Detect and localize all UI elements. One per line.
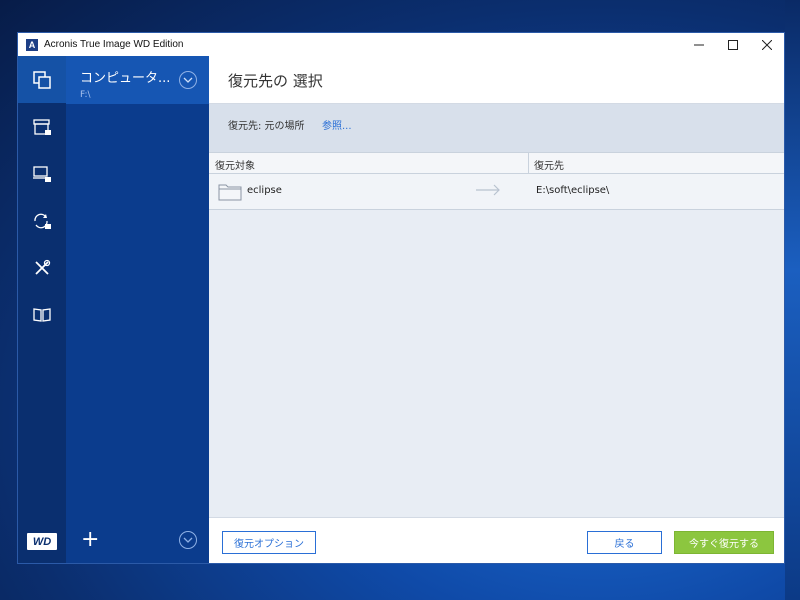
backup-item-title: コンピュータ... — [80, 71, 171, 86]
column-header-source[interactable]: 復元対象 — [215, 157, 255, 172]
chevron-down-icon — [183, 537, 193, 543]
column-header-destination[interactable]: 復元先 — [534, 157, 564, 172]
main-panel: 復元先の 選択 復元先: 元の場所 参照... 復元対象 復元先 eclipse — [209, 56, 784, 563]
page-title: 復元先の 選択 — [228, 72, 323, 90]
chevron-down-icon — [183, 77, 193, 83]
icon-navigation-bar: WD — [18, 56, 66, 563]
nav-backup-button[interactable] — [18, 56, 66, 103]
nav-help-book-button[interactable] — [18, 291, 66, 338]
archive-icon — [33, 118, 51, 135]
desktop-background — [785, 0, 800, 600]
window-controls — [682, 33, 784, 56]
nav-tools-button[interactable] — [18, 244, 66, 291]
minimize-icon — [694, 44, 704, 45]
column-divider[interactable] — [528, 153, 529, 173]
backup-item-subtitle: F:\ — [80, 90, 91, 100]
table-row[interactable]: eclipse E:\soft\eclipse\ — [209, 174, 784, 210]
app-window: A Acronis True Image WD Edition WD コンピュー… — [17, 32, 785, 564]
add-backup-button[interactable]: + — [81, 529, 99, 551]
window-title: Acronis True Image WD Edition — [44, 39, 184, 50]
action-footer: 復元オプション 戻る 今すぐ復元する — [209, 517, 784, 563]
close-button[interactable] — [750, 33, 784, 56]
nav-archive-button[interactable] — [18, 103, 66, 150]
arrow-right-icon — [476, 184, 500, 196]
tools-icon — [35, 259, 51, 275]
row-source-name: eclipse — [247, 185, 282, 196]
recovery-options-button[interactable]: 復元オプション — [222, 531, 316, 554]
sync-icon — [34, 213, 51, 229]
back-button[interactable]: 戻る — [587, 531, 662, 554]
nav-sync-computer-button[interactable] — [18, 150, 66, 197]
main-header: 復元先の 選択 — [209, 56, 784, 104]
folder-icon — [218, 184, 242, 201]
row-destination-path: E:\soft\eclipse\ — [536, 185, 610, 196]
minimize-button[interactable] — [682, 33, 716, 56]
browse-link[interactable]: 参照... — [322, 117, 352, 132]
destination-label: 復元先: 元の場所 — [228, 121, 305, 132]
backup-list-item-selected[interactable]: コンピュータ... F:\ — [66, 56, 209, 104]
backup-sidebar: コンピュータ... F:\ + — [66, 56, 209, 563]
nav-sync-button[interactable] — [18, 197, 66, 244]
item-expand-button[interactable] — [179, 71, 197, 89]
wd-brand-logo: WD — [27, 533, 57, 550]
table-header: 復元対象 復元先 — [209, 152, 784, 174]
book-icon — [33, 307, 51, 322]
recover-now-button[interactable]: 今すぐ復元する — [674, 531, 774, 554]
title-bar: A Acronis True Image WD Edition — [18, 33, 784, 56]
maximize-button[interactable] — [716, 33, 750, 56]
sidebar-menu-button[interactable] — [179, 531, 197, 549]
close-icon — [762, 39, 772, 50]
destination-bar: 復元先: 元の場所 参照... — [209, 104, 784, 152]
sync-computer-icon — [33, 165, 51, 182]
app-logo-icon: A — [26, 38, 38, 51]
backup-icon — [33, 70, 51, 89]
maximize-icon — [728, 39, 738, 50]
